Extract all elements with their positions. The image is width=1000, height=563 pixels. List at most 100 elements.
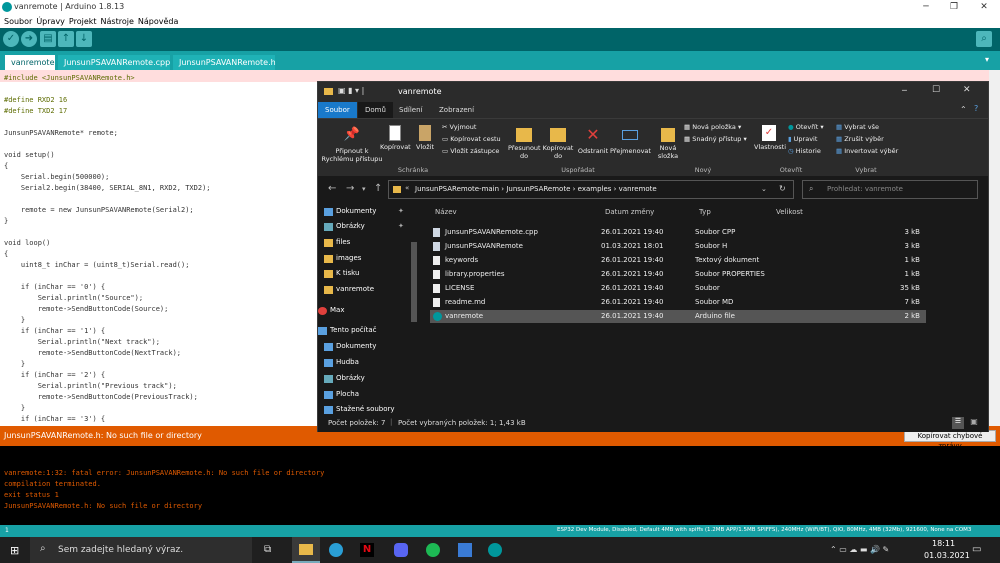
verify-button[interactable]: ✓ xyxy=(3,31,19,47)
copy-to-button[interactable]: Kopírovat do xyxy=(542,125,574,160)
open-button[interactable]: ● Otevřít ▾ xyxy=(788,123,824,131)
ribbon-tab-view[interactable]: Zobrazení xyxy=(432,102,481,118)
column-header-size[interactable]: Velikost xyxy=(776,208,803,216)
nav-item[interactable]: Obrázky xyxy=(336,222,365,230)
breadcrumb-item[interactable]: vanremote xyxy=(619,185,657,193)
breadcrumb-item[interactable]: JunsunPSARemote-main xyxy=(415,185,499,193)
nav-item[interactable]: files xyxy=(336,238,350,246)
nav-item[interactable]: Max xyxy=(330,306,344,314)
edge-icon[interactable] xyxy=(329,543,343,557)
easy-access-button[interactable]: ▦ Snadný přístup ▾ xyxy=(684,135,747,143)
nav-item[interactable]: Dokumenty xyxy=(336,342,376,350)
recent-locations-icon[interactable]: ▾ xyxy=(362,185,366,193)
delete-button[interactable]: ✕ Odstranit xyxy=(576,125,610,155)
paste-button[interactable]: Vložit xyxy=(414,125,436,151)
paste-shortcut-button[interactable]: ▭ Vložit zástupce xyxy=(442,147,499,155)
file-row[interactable]: JunsunPSAVANRemote 01.03.2021 18:01 Soubor… xyxy=(430,240,926,253)
move-to-button[interactable]: Přesunout do xyxy=(508,125,541,160)
taskbar-search-box[interactable]: ⌕ Sem zadejte hledaný výraz. xyxy=(30,537,252,563)
large-icons-view-icon[interactable]: ▣ xyxy=(968,417,980,429)
task-view-icon[interactable]: ⧉ xyxy=(264,544,271,555)
serial-monitor-button[interactable]: ⌕ xyxy=(976,31,992,47)
rename-button[interactable]: Přejmenovat xyxy=(610,125,651,155)
edit-button[interactable]: ▮ Upravit xyxy=(788,135,817,143)
explorer-maximize-button[interactable]: ☐ xyxy=(932,85,940,95)
nav-item[interactable]: Tento počítač xyxy=(330,326,376,334)
menu-help[interactable]: Nápověda xyxy=(138,15,179,28)
file-row[interactable]: keywords 26.01.2021 19:40 Textový dokument… xyxy=(430,254,926,267)
back-icon[interactable]: ← xyxy=(328,183,336,194)
menu-edit[interactable]: Úpravy xyxy=(36,15,65,28)
file-row[interactable]: library.properties 26.01.2021 19:40 Soubor… xyxy=(430,268,926,281)
nav-item[interactable]: Stažené soubory xyxy=(336,405,395,413)
nav-item[interactable]: vanremote xyxy=(336,285,374,293)
refresh-icon[interactable]: ↻ xyxy=(779,184,786,193)
menu-tools[interactable]: Nástroje xyxy=(101,15,134,28)
minimize-button[interactable]: ─ xyxy=(912,0,940,15)
save-sketch-button[interactable]: ↓ xyxy=(76,31,92,47)
discord-icon[interactable] xyxy=(394,543,408,557)
tab-menu-icon[interactable]: ▾ xyxy=(985,55,989,64)
nav-item[interactable]: Plocha xyxy=(336,390,359,398)
tab-cpp[interactable]: JunsunPSAVANRemote.cpp xyxy=(58,55,170,70)
ribbon-tab-share[interactable]: Sdílení xyxy=(392,102,429,118)
column-header-date[interactable]: Datum změny xyxy=(605,208,654,216)
maximize-button[interactable]: ❐ xyxy=(940,0,968,15)
address-bar[interactable]: « JunsunPSARemote-main › JunsunPSARemote… xyxy=(388,180,794,199)
new-sketch-button[interactable]: ▤ xyxy=(40,31,56,47)
clock-date[interactable]: 01.03.2021 xyxy=(924,551,970,560)
menu-file[interactable]: Soubor xyxy=(4,15,32,28)
nav-scrollbar[interactable] xyxy=(411,242,417,322)
photos-icon[interactable] xyxy=(458,543,472,557)
file-row[interactable]: vanremote 26.01.2021 19:40 Arduino file 2 k… xyxy=(430,310,926,323)
quick-access-toolbar[interactable]: ▣ ▮ ▾ | xyxy=(338,86,364,95)
file-row[interactable]: readme.md 26.01.2021 19:40 Soubor MD 7 kB xyxy=(430,296,926,309)
file-row[interactable]: JunsunPSAVANRemote.cpp 26.01.2021 19:40 So… xyxy=(430,226,926,239)
column-header-name[interactable]: Název xyxy=(435,208,457,216)
nav-item[interactable]: K tisku xyxy=(336,269,359,277)
address-dropdown-icon[interactable]: ⌄ xyxy=(761,185,767,193)
breadcrumb-item[interactable]: JunsunPSARemote xyxy=(506,185,570,193)
copy-button[interactable]: Kopírovat xyxy=(380,125,411,151)
upload-button[interactable]: ➜ xyxy=(21,31,37,47)
select-all-button[interactable]: ▦ Vybrat vše xyxy=(836,123,879,131)
new-folder-button[interactable]: Nová složka xyxy=(656,125,680,160)
explorer-close-button[interactable]: ✕ xyxy=(963,85,971,95)
file-explorer-taskbar-icon[interactable] xyxy=(292,537,320,563)
details-view-icon[interactable]: ☰ xyxy=(952,417,964,429)
column-header-type[interactable]: Typ xyxy=(699,208,711,216)
select-none-button[interactable]: ▦ Zrušit výběr xyxy=(836,135,884,143)
start-windows-icon[interactable]: ⊞ xyxy=(10,544,19,557)
open-sketch-button[interactable]: ↑ xyxy=(58,31,74,47)
help-icon[interactable]: ? xyxy=(974,104,978,113)
spotify-icon[interactable] xyxy=(426,543,440,557)
breadcrumb-item[interactable]: examples xyxy=(578,185,612,193)
forward-icon[interactable]: → xyxy=(346,183,354,194)
system-tray-icons[interactable]: ⌃ ▭ ☁ ▬ 🔊 ✎ xyxy=(830,545,889,554)
arduino-taskbar-icon[interactable] xyxy=(488,543,502,557)
netflix-icon[interactable]: N xyxy=(360,543,374,557)
nav-item[interactable]: Dokumenty xyxy=(336,207,376,215)
cut-button[interactable]: ✂ Vyjmout xyxy=(442,123,476,131)
explorer-search-box[interactable]: ⌕ Prohledat: vanremote xyxy=(802,180,978,199)
menu-sketch[interactable]: Projekt xyxy=(69,15,97,28)
copy-path-button[interactable]: ▭ Kopírovat cestu xyxy=(442,135,501,143)
nav-item[interactable]: images xyxy=(336,254,361,262)
editor-scrollbar[interactable] xyxy=(989,70,1000,426)
notifications-icon[interactable]: ▭ xyxy=(972,544,981,555)
new-item-button[interactable]: ▦ Nová položka ▾ xyxy=(684,123,741,131)
close-button[interactable]: ✕ xyxy=(970,0,998,15)
ribbon-collapse-icon[interactable]: ⌃ xyxy=(960,105,967,114)
tab-vanremote[interactable]: vanremote xyxy=(5,55,55,70)
nav-item[interactable]: Obrázky xyxy=(336,374,365,382)
properties-button[interactable]: ✓ Vlastnosti xyxy=(754,125,786,151)
explorer-minimize-button[interactable]: ─ xyxy=(902,86,907,95)
ribbon-tab-home[interactable]: Domů xyxy=(358,102,393,118)
nav-item[interactable]: Hudba xyxy=(336,358,359,366)
history-button[interactable]: ◷ Historie xyxy=(788,147,821,155)
up-icon[interactable]: ↑ xyxy=(374,183,382,194)
tab-h[interactable]: JunsunPSAVANRemote.h xyxy=(173,55,276,70)
file-row[interactable]: LICENSE 26.01.2021 19:40 Soubor 35 kB xyxy=(430,282,926,295)
invert-selection-button[interactable]: ▦ Invertovat výběr xyxy=(836,147,898,155)
ribbon-tab-file[interactable]: Soubor xyxy=(318,102,357,118)
